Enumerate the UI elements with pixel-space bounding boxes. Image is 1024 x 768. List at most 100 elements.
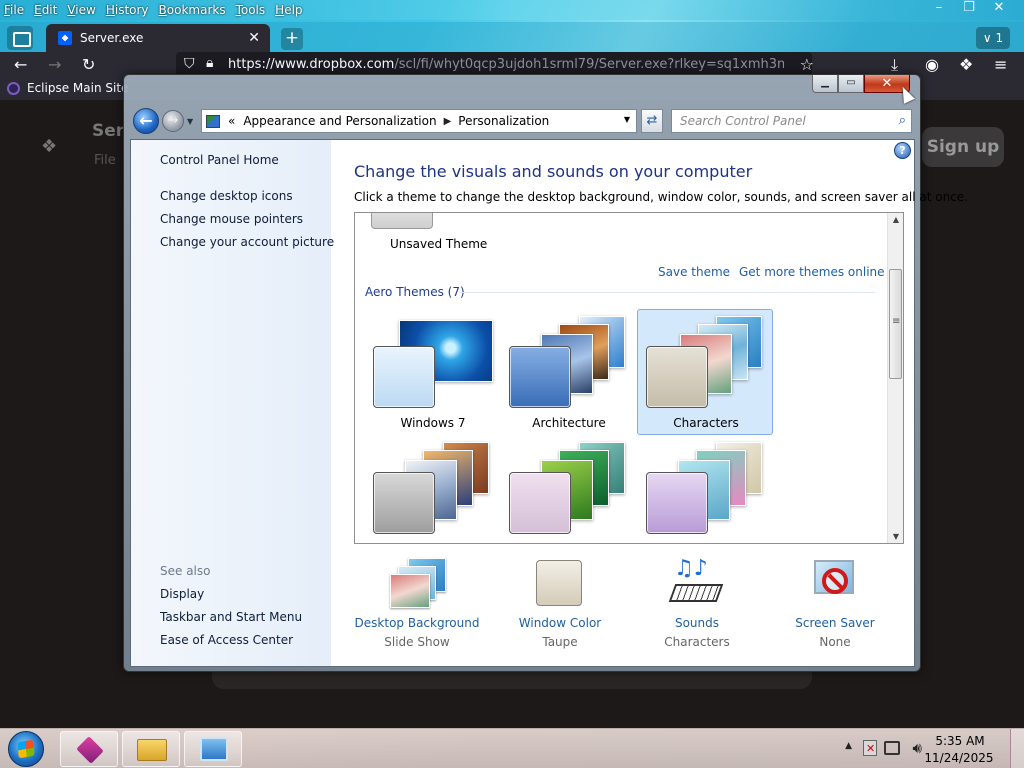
save-theme-link[interactable]: Save theme <box>658 265 730 279</box>
maximize-button[interactable]: ▭ <box>838 75 864 93</box>
menu-tools[interactable]: Tools <box>236 3 266 17</box>
breadcrumb-personalization[interactable]: Personalization <box>458 114 549 128</box>
display-link[interactable]: Display <box>160 587 204 601</box>
account-icon[interactable]: ◉ <box>925 55 939 74</box>
theme-settings-row: Desktop Background Slide Show Window Col… <box>352 556 904 668</box>
theme-name: Windows 7 <box>400 416 466 430</box>
scroll-thumb[interactable] <box>889 269 902 379</box>
menu-history[interactable]: History <box>106 3 149 17</box>
forward-button[interactable]: → <box>162 110 184 132</box>
desktop-background-setting[interactable]: Desktop Background Slide Show <box>352 558 482 649</box>
theme-characters[interactable]: Characters <box>637 309 773 435</box>
task-sidebar: Control Panel Home Change desktop icons … <box>131 140 334 666</box>
lock-icon[interactable]: 🔒︎ <box>206 55 213 71</box>
setting-name: Screen Saver <box>795 616 875 630</box>
back-button[interactable]: ← <box>133 108 159 134</box>
bookmark-label: Eclipse Main Site <box>27 81 129 95</box>
show-hidden-icons-icon[interactable]: ▲ <box>845 741 852 751</box>
menu-file[interactable]: File <box>4 3 24 17</box>
search-control-panel-input[interactable]: Search Control Panel ⌕ <box>671 109 912 133</box>
window-color-setting[interactable]: Window Color Taupe <box>495 558 625 649</box>
theme-row2-3[interactable] <box>637 435 773 543</box>
screen-saver-icon <box>808 558 862 608</box>
breadcrumb-appearance[interactable]: Appearance and Personalization <box>243 114 436 128</box>
sign-up-button[interactable]: Sign up <box>922 127 1004 167</box>
sounds-setting[interactable]: ♫♪ Sounds Characters <box>632 556 762 649</box>
clock-date[interactable]: 11/24/2025 <box>924 751 994 765</box>
hamburger-menu-icon[interactable]: ≡ <box>994 55 1007 74</box>
list-all-tabs-button[interactable]: ∨ 1 <box>976 27 1010 49</box>
theme-name: Characters <box>673 416 739 430</box>
theme-name: Architecture <box>532 416 606 430</box>
network-icon[interactable] <box>884 741 900 755</box>
theme-architecture[interactable]: Architecture <box>500 309 636 435</box>
browser-window-controls: – ❐ ✕ <box>924 0 1014 20</box>
restore-icon[interactable]: ❐ <box>954 0 984 20</box>
theme-row2-2[interactable] <box>500 435 636 543</box>
taskbar-explorer-button[interactable] <box>122 731 180 767</box>
scroll-up-arrow-icon[interactable]: ▲ <box>893 215 899 224</box>
setting-name: Window Color <box>518 616 602 630</box>
help-icon[interactable]: ? <box>894 142 911 159</box>
setting-value: None <box>819 635 851 649</box>
tab-server-exe[interactable]: Server.exe ✕ <box>46 24 270 52</box>
get-more-themes-link[interactable]: Get more themes online <box>739 265 885 279</box>
taskbar-control-panel-button[interactable] <box>184 731 242 767</box>
folder-icon <box>137 739 167 761</box>
bookmark-eclipse-main-site[interactable]: Eclipse Main Site <box>7 81 128 95</box>
show-desktop-button[interactable] <box>1010 729 1024 768</box>
change-desktop-icons-link[interactable]: Change desktop icons <box>160 189 293 203</box>
action-center-icon[interactable] <box>863 740 877 756</box>
bookmark-star-icon[interactable]: ☆ <box>800 55 814 74</box>
change-mouse-pointers-link[interactable]: Change mouse pointers <box>160 212 303 226</box>
change-account-picture-link[interactable]: Change your account picture <box>160 235 334 249</box>
control-panel-home-link[interactable]: Control Panel Home <box>160 153 279 167</box>
url-text[interactable]: https://www.dropbox.com/scl/fi/whyt0qcp3… <box>228 57 784 72</box>
minimize-icon[interactable]: – <box>924 0 954 20</box>
recent-pages-dropdown-icon[interactable]: ▼ <box>187 117 193 126</box>
theme-color-swatch <box>509 346 571 408</box>
eclipse-icon <box>7 81 20 95</box>
theme-row2-1[interactable] <box>364 435 500 543</box>
control-panel-icon <box>206 114 220 128</box>
screen-saver-setting[interactable]: Screen Saver None <box>770 558 900 649</box>
setting-name: Sounds <box>674 616 720 630</box>
volume-icon[interactable]: 🔊︎ <box>913 739 922 757</box>
ease-of-access-link[interactable]: Ease of Access Center <box>160 633 293 647</box>
personalization-window: ▁ ▭ ✕ ← → ▼ « Appearance and Personaliza… <box>123 74 968 672</box>
breadcrumb-overflow[interactable]: « <box>228 114 235 128</box>
new-tab-button[interactable]: + <box>281 28 303 50</box>
tracking-shield-icon[interactable]: ⛉ <box>184 56 195 72</box>
taskbar-app-button[interactable] <box>60 731 118 767</box>
forward-arrow-icon[interactable]: → <box>48 55 61 74</box>
tab-close-icon[interactable]: ✕ <box>248 30 260 46</box>
extensions-icon[interactable]: ❖ <box>959 55 973 74</box>
menu-bookmarks[interactable]: Bookmarks <box>159 3 226 17</box>
back-arrow-icon[interactable]: ← <box>14 55 27 74</box>
theme-list-scrollbar[interactable]: ▲ ▼ <box>887 213 903 543</box>
menu-view[interactable]: View <box>67 3 95 17</box>
theme-list[interactable]: Unsaved Theme Save theme Get more themes… <box>354 212 904 544</box>
dropbox-logo-icon[interactable]: ❖ <box>41 136 57 157</box>
taskbar-start-menu-link[interactable]: Taskbar and Start Menu <box>160 610 302 624</box>
address-bar[interactable]: « Appearance and Personalization ▶ Perso… <box>201 109 637 133</box>
breadcrumb-separator-icon[interactable]: ▶ <box>444 116 452 127</box>
theme-windows-7[interactable]: Windows 7 <box>364 309 500 435</box>
refresh-button[interactable]: ⇄ <box>641 109 663 133</box>
download-icon[interactable]: ⤓ <box>891 55 898 75</box>
page-title-partial: Ser <box>92 121 125 141</box>
menu-help[interactable]: Help <box>275 3 302 17</box>
firefox-view-button[interactable] <box>7 26 33 50</box>
tab-count: 1 <box>995 31 1004 45</box>
window-color-icon <box>533 558 587 608</box>
menu-edit[interactable]: Edit <box>34 3 57 17</box>
start-button[interactable] <box>8 731 44 767</box>
reload-icon[interactable]: ↻ <box>82 55 95 74</box>
search-icon[interactable]: ⌕ <box>899 113 906 128</box>
scroll-down-arrow-icon[interactable]: ▼ <box>893 532 899 541</box>
clock-time[interactable]: 5:35 AM <box>930 734 990 748</box>
minimize-button[interactable]: ▁ <box>812 75 838 93</box>
close-icon[interactable]: ✕ <box>984 0 1014 20</box>
unsaved-theme-thumbnail[interactable] <box>371 213 433 229</box>
address-dropdown-icon[interactable]: ▼ <box>624 115 630 124</box>
